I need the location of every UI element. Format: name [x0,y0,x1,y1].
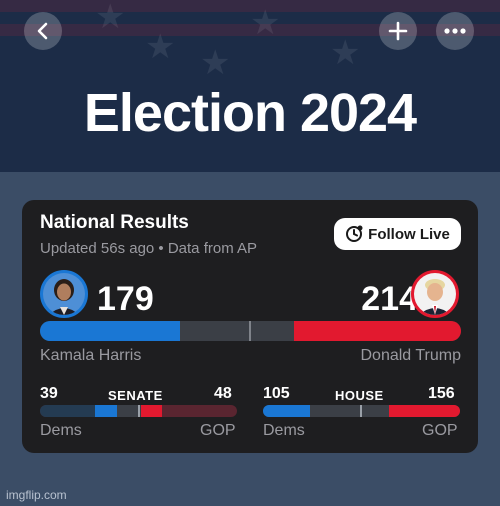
more-button[interactable] [436,12,474,50]
house-label: HOUSE [335,388,384,403]
house-majority-marker [360,405,362,417]
card-subtitle: Updated 56s ago • Data from AP [40,240,258,257]
star-decoration: ★ [200,44,231,82]
trump-electoral-votes: 214 [361,280,418,318]
senate-bar [40,405,237,417]
live-clock-icon [346,225,363,242]
harris-avatar [40,270,88,318]
senate-gop-label: GOP [200,422,236,439]
senate-label: SENATE [108,388,163,403]
270-marker [249,321,251,341]
electoral-vote-bar [40,321,461,341]
add-button[interactable] [379,12,417,50]
follow-live-button[interactable]: Follow Live [334,218,461,250]
header-banner: ★ ★ ★ ★ ★ Election 2024 [0,0,500,172]
senate-gop-count: 48 [214,385,232,402]
trump-avatar [411,270,459,318]
trump-name: Donald Trump [360,347,462,364]
plus-icon [388,21,408,41]
house-dems-label: Dems [263,422,305,439]
page-title: Election 2024 [83,83,417,143]
imgflip-watermark: imgflip.com [6,488,67,502]
house-gop-count: 156 [428,385,455,402]
house-gop-segment [389,405,460,417]
trump-bar-segment [293,321,461,341]
ellipsis-icon [444,28,466,34]
senate-gop-segment [141,405,162,417]
senate-dem-holdover [40,405,95,417]
senate-majority-marker [138,405,140,417]
harris-electoral-votes: 179 [97,280,154,318]
senate-dems-count: 39 [40,385,58,402]
star-decoration: ★ [95,0,126,36]
national-results-card[interactable]: National Results Updated 56s ago • Data … [22,200,478,453]
senate-dems-label: Dems [40,422,82,439]
harris-bar-segment [40,321,181,341]
card-title: National Results [40,212,189,233]
house-gop-label: GOP [422,422,458,439]
star-decoration: ★ [330,34,361,72]
house-dems-count: 105 [263,385,290,402]
follow-live-label: Follow Live [368,225,450,243]
senate-dem-segment [95,405,117,417]
star-decoration: ★ [145,28,176,66]
back-button[interactable] [24,12,62,50]
star-decoration: ★ [250,4,281,42]
house-dem-segment [263,405,310,417]
house-bar [263,405,460,417]
chevron-left-icon [37,22,48,40]
harris-name: Kamala Harris [40,347,142,364]
